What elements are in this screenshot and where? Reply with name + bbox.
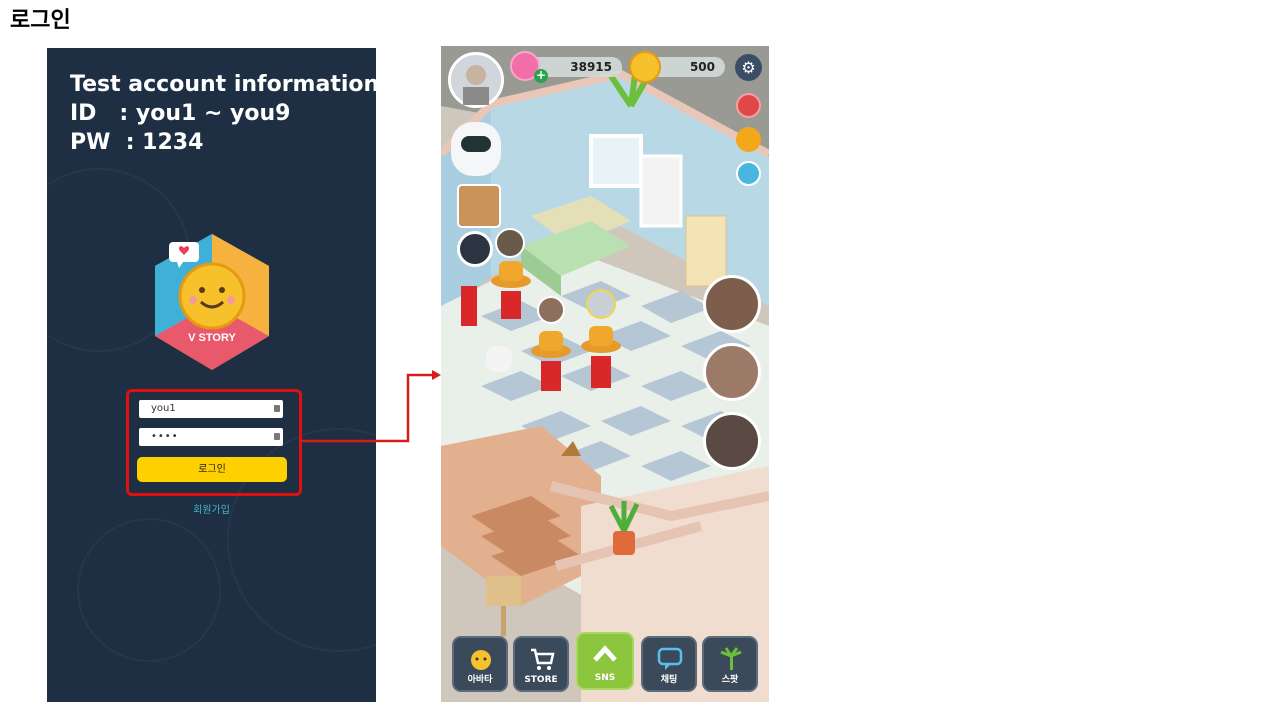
gold-coin-icon [629, 51, 661, 83]
test-account-info: Test account information ID : you1 ~ you… [70, 70, 376, 157]
nav-sns-button[interactable]: SNS [576, 632, 634, 690]
login-button[interactable]: 로그인 [137, 457, 287, 482]
gold-currency-value: 500 [689, 60, 715, 74]
nav-store-button[interactable]: STORE [513, 636, 569, 692]
cart-icon [529, 646, 555, 672]
background-pattern [77, 518, 221, 662]
nav-label: 스팟 [721, 675, 739, 685]
avatar-icon [468, 646, 494, 672]
nav-label: STORE [524, 675, 558, 685]
v-story-logo: V STORY [151, 234, 273, 372]
nav-avatar-button[interactable]: 아바타 [452, 636, 508, 692]
pink-currency-value: 38915 [570, 60, 612, 74]
id-input[interactable]: you1 [139, 400, 283, 418]
password-input[interactable]: •••• [139, 428, 283, 446]
ghost-icon[interactable] [736, 161, 761, 186]
user-avatar-2[interactable] [703, 343, 761, 401]
nav-chat-button[interactable]: 채팅 [641, 636, 697, 692]
id-value: you1 [151, 403, 176, 414]
user-avatar-1[interactable] [703, 275, 761, 333]
friend-avatar[interactable] [495, 228, 525, 258]
info-id: ID : you1 ~ you9 [70, 101, 291, 126]
add-currency-icon[interactable]: + [534, 69, 548, 83]
slide-title: 로그인 [10, 8, 71, 33]
info-pw: PW : 1234 [70, 130, 204, 155]
game-screen: 38915 + 500 ⚙ 아바타 STORE SNS 채팅 스팟 [441, 46, 769, 702]
nearby-user-avatar[interactable] [586, 289, 616, 319]
palm-tree-icon [718, 646, 744, 672]
chevron-up-icon [592, 642, 618, 668]
user-avatar-3[interactable] [703, 412, 761, 470]
logo-text: V STORY [188, 332, 236, 344]
nav-spot-button[interactable]: 스팟 [702, 636, 758, 692]
keyboard-icon [274, 433, 280, 440]
robot-assistant-icon[interactable] [451, 122, 501, 176]
chat-icon [657, 646, 683, 672]
info-title: Test account information [70, 72, 376, 97]
password-value: •••• [151, 431, 179, 442]
login-screen: Test account information ID : you1 ~ you… [47, 48, 376, 702]
logo-hexagon-icon [155, 234, 269, 370]
record-badge-icon[interactable] [457, 231, 493, 267]
fullscreen-icon[interactable] [736, 93, 761, 118]
settings-gear-icon[interactable]: ⚙ [735, 54, 762, 81]
nav-label: 채팅 [660, 675, 678, 685]
keyboard-icon [274, 405, 280, 412]
shop-box-icon[interactable] [457, 184, 501, 228]
signup-link[interactable]: 회원가입 [47, 501, 376, 516]
video-camera-icon[interactable] [736, 127, 761, 152]
profile-avatar[interactable] [448, 52, 504, 108]
nearby-user-avatar[interactable] [537, 296, 565, 324]
nav-label: 아바타 [467, 675, 493, 685]
nav-label: SNS [594, 673, 616, 683]
